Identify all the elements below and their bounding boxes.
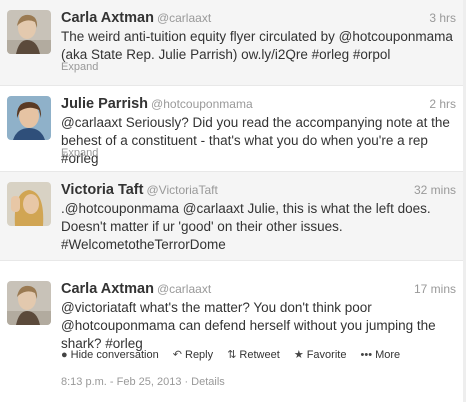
tweet-meta: 8:13 p.m. - Feb 25, 2013 · Details — [61, 376, 225, 388]
retweet-label: Retweet — [239, 349, 280, 361]
author-name[interactable]: Julie Parrish — [61, 96, 148, 112]
expand-link[interactable]: Expand — [61, 61, 98, 73]
tweet-time[interactable]: 2 hrs — [429, 97, 456, 111]
reply-label: Reply — [185, 349, 214, 361]
retweet-button[interactable]: ⇅ Retweet — [227, 348, 280, 361]
author-name[interactable]: Carla Axtman — [61, 281, 154, 297]
more-button[interactable]: ••• More — [361, 349, 401, 361]
author-username[interactable]: @VictoriaTaft — [146, 183, 217, 197]
tweet-item[interactable]: Carla Axtman @carlaaxt 3 hrs The weird an… — [0, 0, 466, 86]
tweet-header: Victoria Taft @VictoriaTaft 32 mins — [61, 181, 456, 199]
tweet-text: @victoriataft what's the matter? You don… — [61, 300, 436, 351]
star-icon: ★ — [293, 349, 304, 361]
avatar[interactable] — [7, 96, 51, 140]
tweet-time[interactable]: 32 mins — [414, 183, 456, 197]
hide-conversation-button[interactable]: ● Hide conversation — [61, 349, 159, 361]
hide-conversation-label: Hide conversation — [70, 349, 159, 361]
tweet-text: @carlaaxt Seriously? Did you read the ac… — [61, 115, 450, 166]
author-username[interactable]: @carlaaxt — [157, 11, 211, 25]
author-username[interactable]: @carlaaxt — [157, 282, 211, 296]
tweet-item[interactable]: Victoria Taft @VictoriaTaft 32 mins .@hot… — [0, 172, 466, 261]
more-label: More — [375, 349, 401, 361]
author-name[interactable]: Victoria Taft — [61, 182, 143, 198]
tweet-text: .@hotcouponmama @carlaaxt Julie, this is… — [61, 201, 431, 252]
details-link[interactable]: Details — [191, 376, 225, 388]
author-name[interactable]: Carla Axtman — [61, 10, 154, 26]
tweet-header: Carla Axtman @carlaaxt 17 mins — [61, 280, 456, 298]
tweet-time[interactable]: 17 mins — [414, 282, 456, 296]
tweet-header: Carla Axtman @carlaaxt 3 hrs — [61, 9, 456, 27]
avatar[interactable] — [7, 182, 51, 226]
reply-icon: ↶ — [172, 349, 182, 361]
meta-separator: · — [184, 376, 189, 388]
favorite-button[interactable]: ★ Favorite — [294, 348, 347, 361]
avatar[interactable] — [7, 10, 51, 54]
retweet-icon: ⇅ — [227, 349, 237, 361]
expand-link[interactable]: Expand — [61, 147, 98, 159]
tweet-item[interactable]: Julie Parrish @hotcouponmama 2 hrs @carla… — [0, 86, 466, 172]
tweet-text: The weird anti-tuition equity flyer circ… — [61, 29, 453, 62]
more-dots-icon: ••• — [360, 349, 373, 361]
conversation-icon: ● — [61, 349, 68, 361]
reply-button[interactable]: ↶ Reply — [173, 348, 213, 361]
tweet-header: Julie Parrish @hotcouponmama 2 hrs — [61, 95, 456, 113]
favorite-label: Favorite — [306, 349, 347, 361]
tweet-actions: ● Hide conversation ↶ Reply ⇅ Retweet ★ Favo… — [61, 348, 411, 361]
tweet-time[interactable]: 3 hrs — [429, 11, 456, 25]
tweet-timestamp[interactable]: 8:13 p.m. - Feb 25, 2013 — [61, 376, 181, 388]
tweet-timeline: Carla Axtman @carlaaxt 3 hrs The weird an… — [0, 0, 466, 402]
avatar[interactable] — [7, 281, 51, 325]
author-username[interactable]: @hotcouponmama — [151, 97, 253, 111]
